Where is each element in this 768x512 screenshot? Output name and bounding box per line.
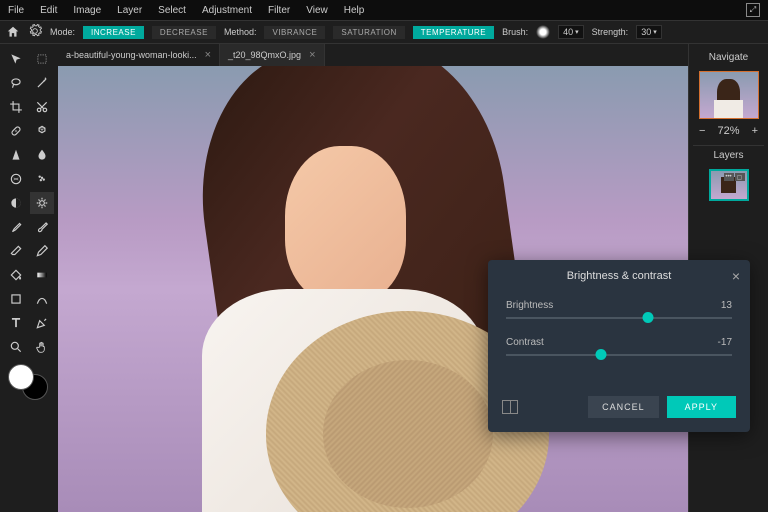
eraser-tool[interactable] xyxy=(4,240,28,262)
dialog-title: Brightness & contrast xyxy=(567,270,672,282)
compare-icon[interactable] xyxy=(502,400,518,414)
brush-tool[interactable] xyxy=(30,216,54,238)
mode-decrease-button[interactable]: DECREASE xyxy=(152,26,216,39)
shape-tool[interactable] xyxy=(4,288,28,310)
method-saturation-button[interactable]: SATURATION xyxy=(333,26,404,39)
dodge-tool[interactable] xyxy=(4,192,28,214)
mode-label: Mode: xyxy=(50,27,75,37)
text-tool[interactable] xyxy=(4,312,28,334)
zoom-out-button[interactable]: − xyxy=(699,125,705,137)
method-vibrance-button[interactable]: VIBRANCE xyxy=(264,26,325,39)
tab-document-1[interactable]: a-beautiful-young-woman-looki...× xyxy=(58,44,220,66)
zoom-level: 72% xyxy=(717,125,739,137)
zoom-in-button[interactable]: + xyxy=(752,125,758,137)
layer-mask-icon[interactable]: ▢ xyxy=(735,173,745,181)
menu-adjustment[interactable]: Adjustment xyxy=(202,5,252,16)
close-icon[interactable]: × xyxy=(732,268,740,284)
brightness-slider[interactable] xyxy=(506,317,732,319)
strength-label: Strength: xyxy=(592,27,629,37)
hand-tool[interactable] xyxy=(30,336,54,358)
tool-palette xyxy=(0,44,58,512)
eyedropper-tool[interactable] xyxy=(4,216,28,238)
gradient-tool[interactable] xyxy=(30,264,54,286)
contrast-slider[interactable] xyxy=(506,354,732,356)
fullscreen-icon[interactable]: ⤢ xyxy=(746,3,760,17)
cut-tool[interactable] xyxy=(30,96,54,118)
crop-tool[interactable] xyxy=(4,96,28,118)
clone-tool[interactable] xyxy=(30,120,54,142)
method-temperature-button[interactable]: TEMPERATURE xyxy=(413,26,494,39)
brightness-label: Brightness xyxy=(506,300,553,311)
mode-increase-button[interactable]: INCREASE xyxy=(83,26,144,39)
brush-size-input[interactable]: 40 ▾ xyxy=(558,25,584,39)
pencil-tool[interactable] xyxy=(30,240,54,262)
close-icon[interactable]: × xyxy=(309,49,315,61)
brightness-value: 13 xyxy=(721,300,732,311)
settings-icon[interactable] xyxy=(28,24,42,40)
layers-panel-title: Layers xyxy=(693,145,764,165)
color-swatches[interactable] xyxy=(4,364,54,404)
heal-tool[interactable] xyxy=(4,120,28,142)
brush-label: Brush: xyxy=(502,27,528,37)
menubar: File Edit Image Layer Select Adjustment … xyxy=(0,0,768,20)
close-icon[interactable]: × xyxy=(205,49,211,61)
smudge-tool[interactable] xyxy=(30,168,54,190)
layer-option-icon[interactable]: ••• xyxy=(724,173,734,181)
menu-filter[interactable]: Filter xyxy=(268,5,290,16)
move-tool[interactable] xyxy=(4,48,28,70)
menu-layer[interactable]: Layer xyxy=(117,5,142,16)
menu-edit[interactable]: Edit xyxy=(40,5,57,16)
sharpen-tool[interactable] xyxy=(4,144,28,166)
navigator-thumbnail[interactable] xyxy=(699,71,759,119)
sponge-tool[interactable] xyxy=(30,192,54,214)
navigate-panel-title: Navigate xyxy=(693,48,764,67)
fill-tool[interactable] xyxy=(4,264,28,286)
brush-preview-icon[interactable] xyxy=(536,25,550,39)
liquify-tool[interactable] xyxy=(4,168,28,190)
foreground-color[interactable] xyxy=(8,364,34,390)
options-toolbar: Mode: INCREASE DECREASE Method: VIBRANCE… xyxy=(0,20,768,44)
menu-image[interactable]: Image xyxy=(73,5,101,16)
zoom-tool[interactable] xyxy=(4,336,28,358)
layer-thumbnail[interactable]: •••▢ xyxy=(709,169,749,201)
wand-tool[interactable] xyxy=(30,72,54,94)
lasso-tool[interactable] xyxy=(4,72,28,94)
brightness-contrast-dialog: Brightness & contrast × Brightness 13 Co… xyxy=(488,260,750,432)
cancel-button[interactable]: CANCEL xyxy=(588,396,659,418)
marquee-tool[interactable] xyxy=(30,48,54,70)
menu-select[interactable]: Select xyxy=(158,5,186,16)
menu-help[interactable]: Help xyxy=(344,5,365,16)
line-tool[interactable] xyxy=(30,288,54,310)
method-label: Method: xyxy=(224,27,257,37)
strength-input[interactable]: 30 ▾ xyxy=(636,25,662,39)
contrast-value: -17 xyxy=(718,337,732,348)
document-tabs: a-beautiful-young-woman-looki...× _t20_9… xyxy=(58,44,688,66)
pen-tool[interactable] xyxy=(30,312,54,334)
apply-button[interactable]: APPLY xyxy=(667,396,736,418)
menu-file[interactable]: File xyxy=(8,5,24,16)
home-icon[interactable] xyxy=(6,25,20,39)
menu-view[interactable]: View xyxy=(306,5,328,16)
tab-document-2[interactable]: _t20_98QmxO.jpg× xyxy=(220,44,324,66)
blur-tool[interactable] xyxy=(30,144,54,166)
contrast-label: Contrast xyxy=(506,337,544,348)
